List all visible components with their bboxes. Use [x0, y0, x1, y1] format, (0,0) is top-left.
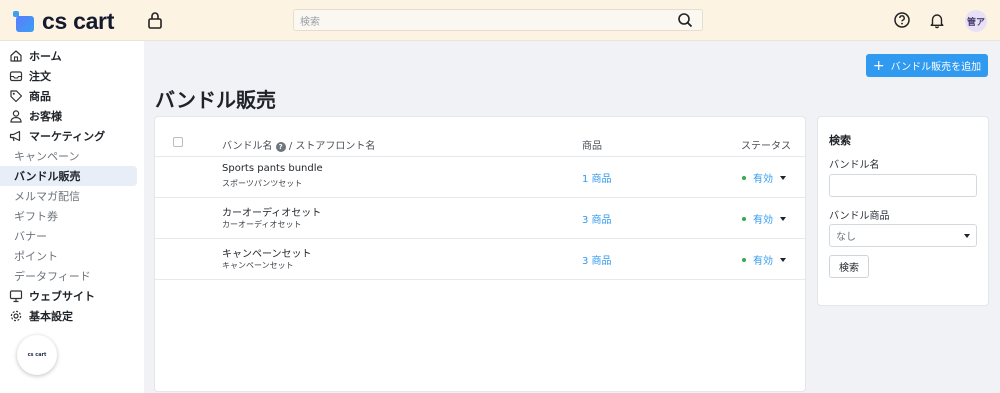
bundles-table-card: バンドル名 ? / ストアフロント名 商品 ステータス Sports pants… [154, 116, 806, 392]
tag-icon [10, 90, 23, 103]
help-icon[interactable] [893, 11, 911, 29]
storefront-name: スポーツパンツセット [222, 179, 303, 188]
search-icon[interactable] [676, 11, 694, 29]
status-dot-icon [742, 257, 746, 262]
home-icon [10, 50, 22, 62]
plus-icon: + [872, 57, 885, 74]
sidebar-item-bundles[interactable]: バンドル販売 [0, 166, 137, 186]
column-header-products[interactable]: 商品 [582, 137, 602, 152]
sidebar-item-label: メルマガ配信 [14, 190, 80, 203]
bell-icon[interactable] [928, 11, 946, 29]
sidebar-item-home[interactable]: ホーム [0, 46, 144, 66]
sidebar-item-label: ホーム [29, 50, 62, 63]
user-avatar[interactable]: 管ア [965, 10, 987, 32]
bundle-product-field-label: バンドル商品 [829, 211, 890, 222]
column-header-name[interactable]: バンドル名 ? / ストアフロント名 [222, 137, 375, 152]
page-title: バンドル販売 [155, 88, 276, 112]
sidebar-item-orders[interactable]: 注文 [0, 66, 144, 86]
table-header: バンドル名 ? / ストアフロント名 商品 ステータス [155, 131, 805, 157]
select-all-checkbox[interactable] [173, 137, 183, 147]
status-dot-icon [742, 216, 746, 221]
bundle-name-link[interactable]: キャンペーンセット [222, 245, 312, 260]
status-label: 有効 [753, 174, 773, 185]
table-row[interactable]: カーオーディオセット カーオーディオセット 3 商品 有効 [155, 198, 805, 239]
chevron-down-icon [780, 216, 786, 221]
logo-text: cs cart [42, 7, 115, 34]
sidebar-item-gift-certificates[interactable]: ギフト券 [0, 206, 144, 226]
search-panel-title: 検索 [829, 134, 851, 147]
sidebar-item-customers[interactable]: お客様 [0, 106, 144, 126]
inbox-icon [9, 71, 23, 82]
status-dropdown[interactable]: 有効 [742, 170, 786, 185]
sidebar-item-label: ポイント [14, 250, 58, 263]
search-panel: 検索 バンドル名 バンドル商品 なし 検索 [817, 116, 989, 306]
sidebar-item-points[interactable]: ポイント [0, 246, 144, 266]
lock-icon[interactable] [146, 10, 164, 30]
sidebar-item-label: ギフト券 [14, 210, 58, 223]
column-name-label: バンドル名 [222, 141, 273, 152]
products-count-link[interactable]: 1 商品 [582, 170, 612, 185]
table-row[interactable]: Sports pants bundle スポーツパンツセット 1 商品 有効 [155, 157, 805, 198]
bundle-name-link[interactable]: カーオーディオセット [222, 204, 321, 219]
sidebar-item-label: ウェブサイト [29, 290, 95, 303]
chevron-down-icon [780, 257, 786, 262]
search-submit-button[interactable]: 検索 [829, 255, 869, 278]
products-count-link[interactable]: 3 商品 [582, 252, 612, 267]
sidebar-item-products[interactable]: 商品 [0, 86, 144, 106]
add-bundle-label: バンドル販売を追加 [890, 62, 982, 73]
bundle-name-field-label: バンドル名 [829, 160, 880, 171]
sidebar-item-label: バンドル販売 [14, 170, 81, 183]
sidebar-item-label: データフィード [14, 270, 91, 283]
status-label: 有効 [753, 215, 773, 226]
sidebar-item-campaigns[interactable]: キャンペーン [0, 146, 144, 166]
promo-logo-text: cs cart [27, 352, 47, 358]
sidebar-item-label: 基本設定 [29, 310, 73, 323]
sidebar-item-marketing[interactable]: マーケティング [0, 126, 144, 146]
add-bundle-button[interactable]: + バンドル販売を追加 [866, 54, 988, 77]
status-dot-icon [742, 175, 746, 180]
chevron-down-icon [780, 175, 786, 180]
sidebar-item-newsletters[interactable]: メルマガ配信 [0, 186, 144, 206]
megaphone-icon [9, 130, 21, 142]
user-icon [10, 110, 22, 123]
chevron-down-icon [964, 234, 970, 238]
status-label: 有効 [753, 256, 773, 267]
gear-icon [10, 310, 22, 322]
help-circle-icon[interactable]: ? [275, 142, 286, 152]
storefront-name: カーオーディオセット [222, 220, 302, 229]
sidebar-item-label: お客様 [29, 110, 62, 123]
sidebar-item-label: 商品 [29, 90, 51, 103]
sidebar-item-label: キャンペーン [14, 150, 80, 163]
status-dropdown[interactable]: 有効 [742, 211, 786, 226]
logo-mark-icon [12, 10, 36, 32]
sidebar-item-label: 注文 [29, 70, 51, 83]
bundle-product-selected: なし [836, 232, 856, 243]
products-count-link[interactable]: 3 商品 [582, 211, 612, 226]
sidebar-item-label: マーケティング [29, 130, 106, 143]
bundle-product-select[interactable]: なし [829, 224, 977, 247]
sidebar-item-settings[interactable]: 基本設定 [0, 306, 144, 326]
global-search-input[interactable]: 検索 [293, 9, 703, 31]
sidebar-item-label: バナー [14, 230, 47, 243]
table-row[interactable]: キャンペーンセット キャンペーンセット 3 商品 有効 [155, 239, 805, 280]
column-header-status[interactable]: ステータス [741, 137, 791, 152]
bundle-name-input[interactable] [829, 174, 977, 197]
monitor-icon [9, 290, 23, 303]
cs-cart-logo[interactable]: cs cart [12, 8, 114, 34]
sidebar: ホーム 注文 商品 お客様 マーケティング キャンペーン バンドル販売 メルマガ… [0, 41, 144, 393]
sidebar-item-website[interactable]: ウェブサイト [0, 286, 144, 306]
column-storefront-label: / ストアフロント名 [288, 141, 376, 152]
bundle-name-link[interactable]: Sports pants bundle [222, 163, 323, 174]
search-placeholder: 検索 [300, 16, 320, 28]
sidebar-item-banners[interactable]: バナー [0, 226, 144, 246]
storefront-name: キャンペーンセット [222, 261, 294, 270]
top-header: cs cart 検索 管ア [0, 0, 1000, 41]
status-dropdown[interactable]: 有効 [742, 252, 786, 267]
cs-cart-promo-badge[interactable]: cs cart [17, 335, 57, 375]
sidebar-item-data-feeds[interactable]: データフィード [0, 266, 144, 286]
